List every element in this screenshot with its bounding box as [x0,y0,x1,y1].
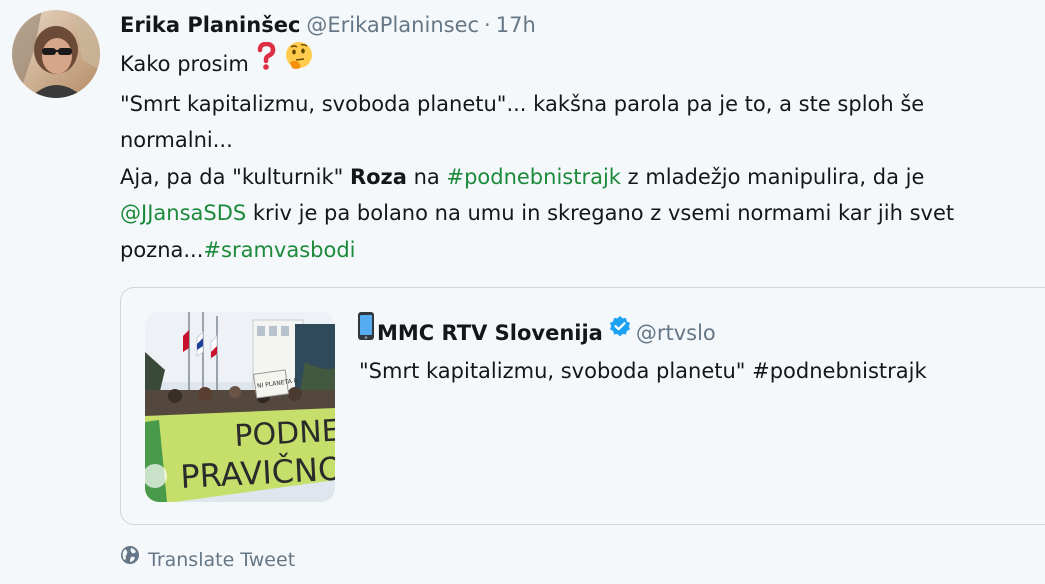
quoted-author-name[interactable]: MMC RTV Slovenija [377,321,603,345]
tweet-line-6: pozna...#sramvasbodi [120,232,1035,269]
quoted-tweet-image[interactable]: NI PLANETA B PODNE PRAVIČNO [145,312,335,502]
user-avatar-photo [12,10,100,98]
tweet-line-4-text-a: Aja, pa da "kulturnik" [120,164,350,189]
globe-icon [120,544,140,574]
tweet-line-1: Kako prosim [120,41,1035,86]
tweet-line-6-text: pozna... [120,237,204,262]
mobile-phone-icon [357,311,375,351]
author-handle[interactable]: @ErikaPlaninsec [306,13,479,37]
tweet-line-5-text: kriv je pa bolano na umu in skregano z v… [246,201,955,225]
header-separator: · [484,13,491,37]
red-question-mark-emoji [255,41,277,82]
quoted-tweet-header: MMC RTV Slovenija @rtvslo [357,311,716,354]
author-name[interactable]: Erika Planinšec [120,13,300,37]
image-banner-text-1: PODNE [234,413,335,454]
tweet-header: Erika Planinšec @ErikaPlaninsec · 17h [120,8,536,42]
tweet[interactable]: Erika Planinšec @ErikaPlaninsec · 17h Kako … [0,0,1045,584]
tweet-line-2: "Smrt kapitalizmu, svoboda planetu"... k… [120,91,925,116]
quoted-tweet-text: "Smrt kapitalizmu, svoboda planetu" #pod… [359,359,927,383]
tweet-text: Kako prosim "Smrt kapitalizmu, svoboda p… [120,41,1035,269]
tweet-bold-name: Roza [349,164,407,189]
author-avatar[interactable] [12,10,100,98]
tweet-line-1-text: Kako prosim [120,51,249,76]
tweet-line-3: normalni... [120,128,233,152]
quoted-author-handle[interactable]: @rtvslo [636,321,716,345]
translate-tweet-label: Translate Tweet [148,549,296,571]
verified-badge-icon [608,315,632,349]
mention-link[interactable]: @JJansaSDS [120,201,246,225]
thinking-face-emoji [284,41,314,83]
tweet-line-5: @JJansaSDS kriv je pa bolano na umu in s… [120,195,1035,232]
tweet-timestamp[interactable]: 17h [496,13,536,37]
tweet-line-4-text-b: na [406,164,447,189]
quoted-tweet-card[interactable]: NI PLANETA B PODNE PRAVIČNO MMC RTV Slov… [120,287,1045,525]
hashtag-link-podnebnistrajk[interactable]: #podnebnistrajk [446,165,620,189]
tweet-line-4: Aja, pa da "kulturnik" Roza na #podnebni… [120,159,1035,196]
hashtag-link-sramvasbodi[interactable]: #sramvasbodi [203,238,355,262]
translate-tweet-button[interactable]: Translate Tweet [120,545,295,576]
tweet-line-4-text-c: z mladežjo manipulira, da je [620,164,925,189]
